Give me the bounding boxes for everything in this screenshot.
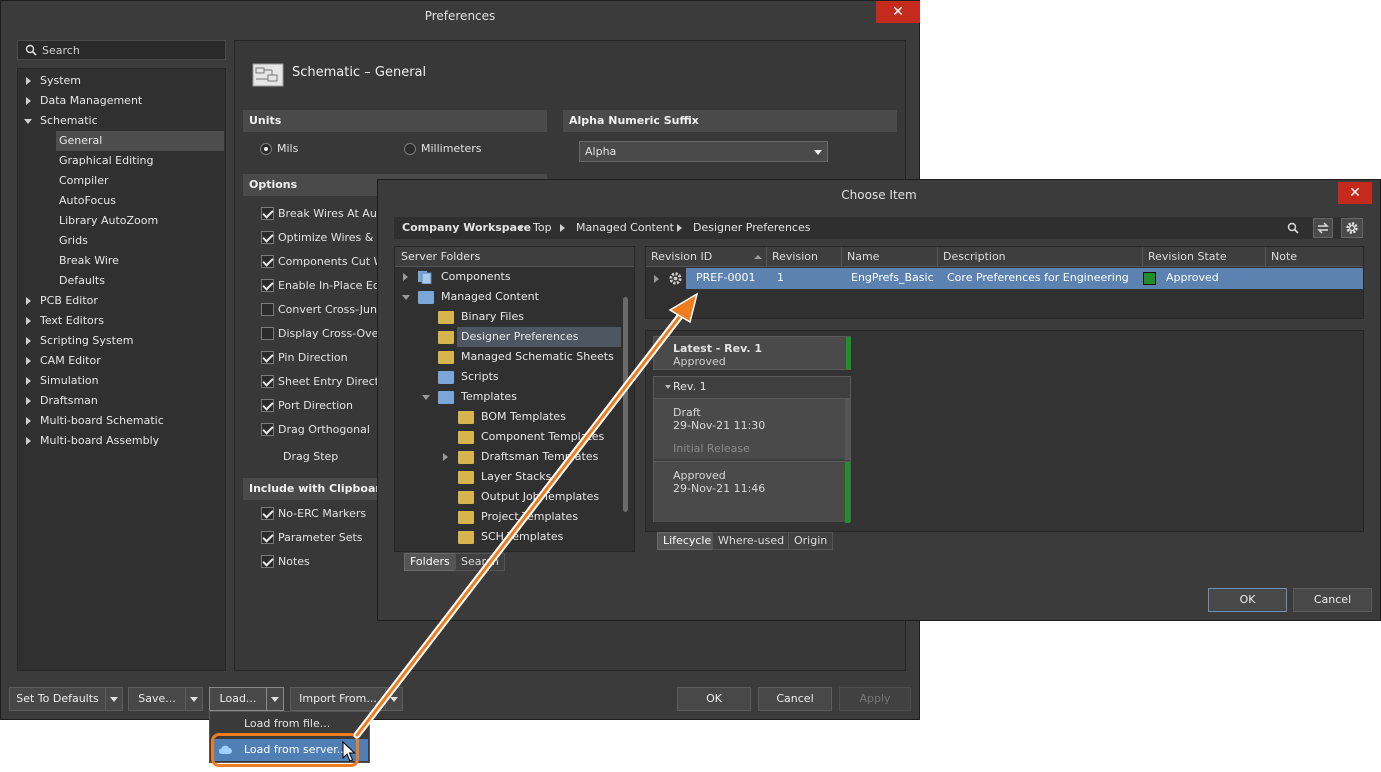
annotation-arrow bbox=[353, 292, 699, 739]
